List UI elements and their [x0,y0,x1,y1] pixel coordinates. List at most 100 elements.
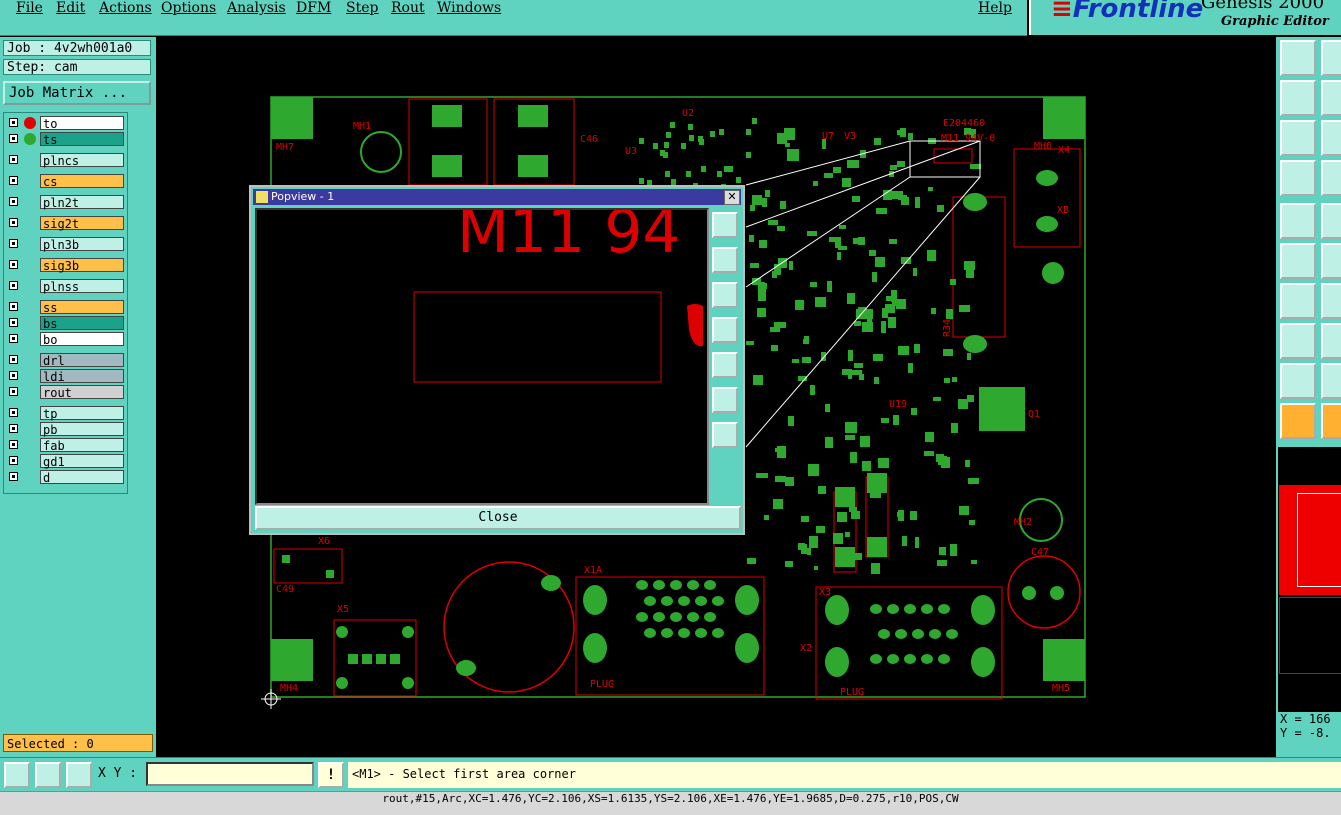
layer-row-plncs[interactable]: plncs [8,153,125,168]
popview-titlebar[interactable]: Popview - 1 [253,189,741,205]
minus-icon[interactable] [1321,323,1341,359]
menu-dfm[interactable]: DFM [296,0,331,16]
select-pointer-icon[interactable] [1280,403,1316,439]
layer-checkbox[interactable] [9,424,18,433]
copy-icon[interactable] [1280,323,1316,359]
layer-name[interactable]: rout [40,385,124,400]
layer-name[interactable]: sig3b [40,258,124,273]
layer-checkbox[interactable] [9,334,18,343]
layer-name[interactable]: bo [40,332,124,347]
zoom-fit-icon[interactable] [712,212,738,238]
layer-name[interactable]: ts [40,132,124,147]
zoom-out-icon[interactable] [712,422,738,448]
layer-checkbox[interactable] [9,387,18,396]
layer-name[interactable]: fab [40,438,124,453]
zoom-box-icon[interactable] [4,762,30,788]
layer-name[interactable]: cs [40,174,124,189]
zoom-area-icon[interactable] [1321,120,1341,156]
layer-name[interactable]: pln3b [40,237,124,252]
arc-icon[interactable] [1280,283,1316,319]
layer-name[interactable]: sig2t [40,216,124,231]
layer-row-pb[interactable]: pb [8,422,125,437]
layer-checkbox[interactable] [9,318,18,327]
popview-canvas[interactable]: M11 94 [255,208,709,505]
layer-name[interactable]: ldi [40,369,124,384]
layer-row-pln2t[interactable]: pln2t [8,195,125,210]
layer-checkbox[interactable] [9,176,18,185]
layer-row-d[interactable]: d [8,470,125,485]
triangle-icon[interactable] [1280,363,1316,399]
layer-row-drl[interactable]: drl [8,353,125,368]
layer-row-ldi[interactable]: ldi [8,369,125,384]
job-matrix-button[interactable]: Job Matrix ... [3,81,151,105]
layer-row-sig3b[interactable]: sig3b [8,258,125,273]
layer-row-plnss[interactable]: plnss [8,279,125,294]
zoom-in-icon[interactable] [712,387,738,413]
layer-name[interactable]: plnss [40,279,124,294]
select-area-icon[interactable] [1321,403,1341,439]
layer-checkbox[interactable] [9,440,18,449]
frame-icon[interactable] [1321,80,1341,116]
layer-name[interactable]: tp [40,406,124,421]
layer-name[interactable]: to [40,116,124,131]
layer-checkbox[interactable] [9,239,18,248]
layer-checkbox[interactable] [9,197,18,206]
move-left-icon[interactable] [1280,80,1316,116]
layer-row-cs[interactable]: cs [8,174,125,189]
menu-actions[interactable]: Actions [99,0,152,16]
xy-input[interactable] [146,762,314,786]
layer-row-ts[interactable]: ts [8,132,125,147]
zoom-fit-all-icon[interactable] [1280,120,1316,156]
pan-up-icon[interactable] [712,247,738,273]
add-line-icon[interactable] [1321,203,1341,239]
close-icon[interactable]: ✕ [724,190,740,205]
layer-row-gd1[interactable]: gd1 [8,454,125,469]
layer-row-bo[interactable]: bo [8,332,125,347]
menu-windows[interactable]: Windows [437,0,501,16]
layer-name[interactable]: gd1 [40,454,124,469]
layer-checkbox[interactable] [9,371,18,380]
layer-row-sig2t[interactable]: sig2t [8,216,125,231]
layer-row-fab[interactable]: fab [8,438,125,453]
pan-left-icon[interactable] [712,317,738,343]
layer-checkbox[interactable] [9,302,18,311]
layer-name[interactable]: bs [40,316,124,331]
move-down-icon[interactable] [1321,40,1341,76]
layer-name[interactable]: plncs [40,153,124,168]
layer-checkbox[interactable] [9,134,18,143]
layer-checkbox[interactable] [9,456,18,465]
layer-checkbox[interactable] [9,218,18,227]
polygon-icon[interactable] [1321,363,1341,399]
layer-checkbox[interactable] [9,155,18,164]
layer-name[interactable]: drl [40,353,124,368]
line-edit-icon[interactable] [1321,283,1341,319]
layer-row-bs[interactable]: bs [8,316,125,331]
menu-help[interactable]: Help [978,0,1012,16]
menu-step[interactable]: Step [346,0,378,16]
layer-row-tp[interactable]: tp [8,406,125,421]
layer-checkbox[interactable] [9,118,18,127]
layer-row-to[interactable]: to [8,116,125,131]
move-up-icon[interactable] [1280,40,1316,76]
angle-icon[interactable] [35,762,61,788]
snap-icon[interactable] [1321,160,1341,196]
layer-row-pln3b[interactable]: pln3b [8,237,125,252]
menu-options[interactable]: Options [161,0,216,16]
alert-icon[interactable]: ! [318,762,344,788]
layer-checkbox[interactable] [9,408,18,417]
layer-name[interactable]: d [40,470,124,485]
net-icon[interactable] [1280,243,1316,279]
layer-row-ss[interactable]: ss [8,300,125,315]
layer-checkbox[interactable] [9,281,18,290]
layer-checkbox[interactable] [9,472,18,481]
layer-name[interactable]: pb [40,422,124,437]
layer-checkbox[interactable] [9,260,18,269]
menu-file[interactable]: File [16,0,43,16]
grid-icon[interactable] [66,762,92,788]
measure-icon[interactable] [1280,160,1316,196]
layer-row-rout[interactable]: rout [8,385,125,400]
menu-rout[interactable]: Rout [391,0,425,16]
layer-checkbox[interactable] [9,355,18,364]
cross-icon[interactable] [1321,243,1341,279]
menu-analysis[interactable]: Analysis [227,0,286,16]
